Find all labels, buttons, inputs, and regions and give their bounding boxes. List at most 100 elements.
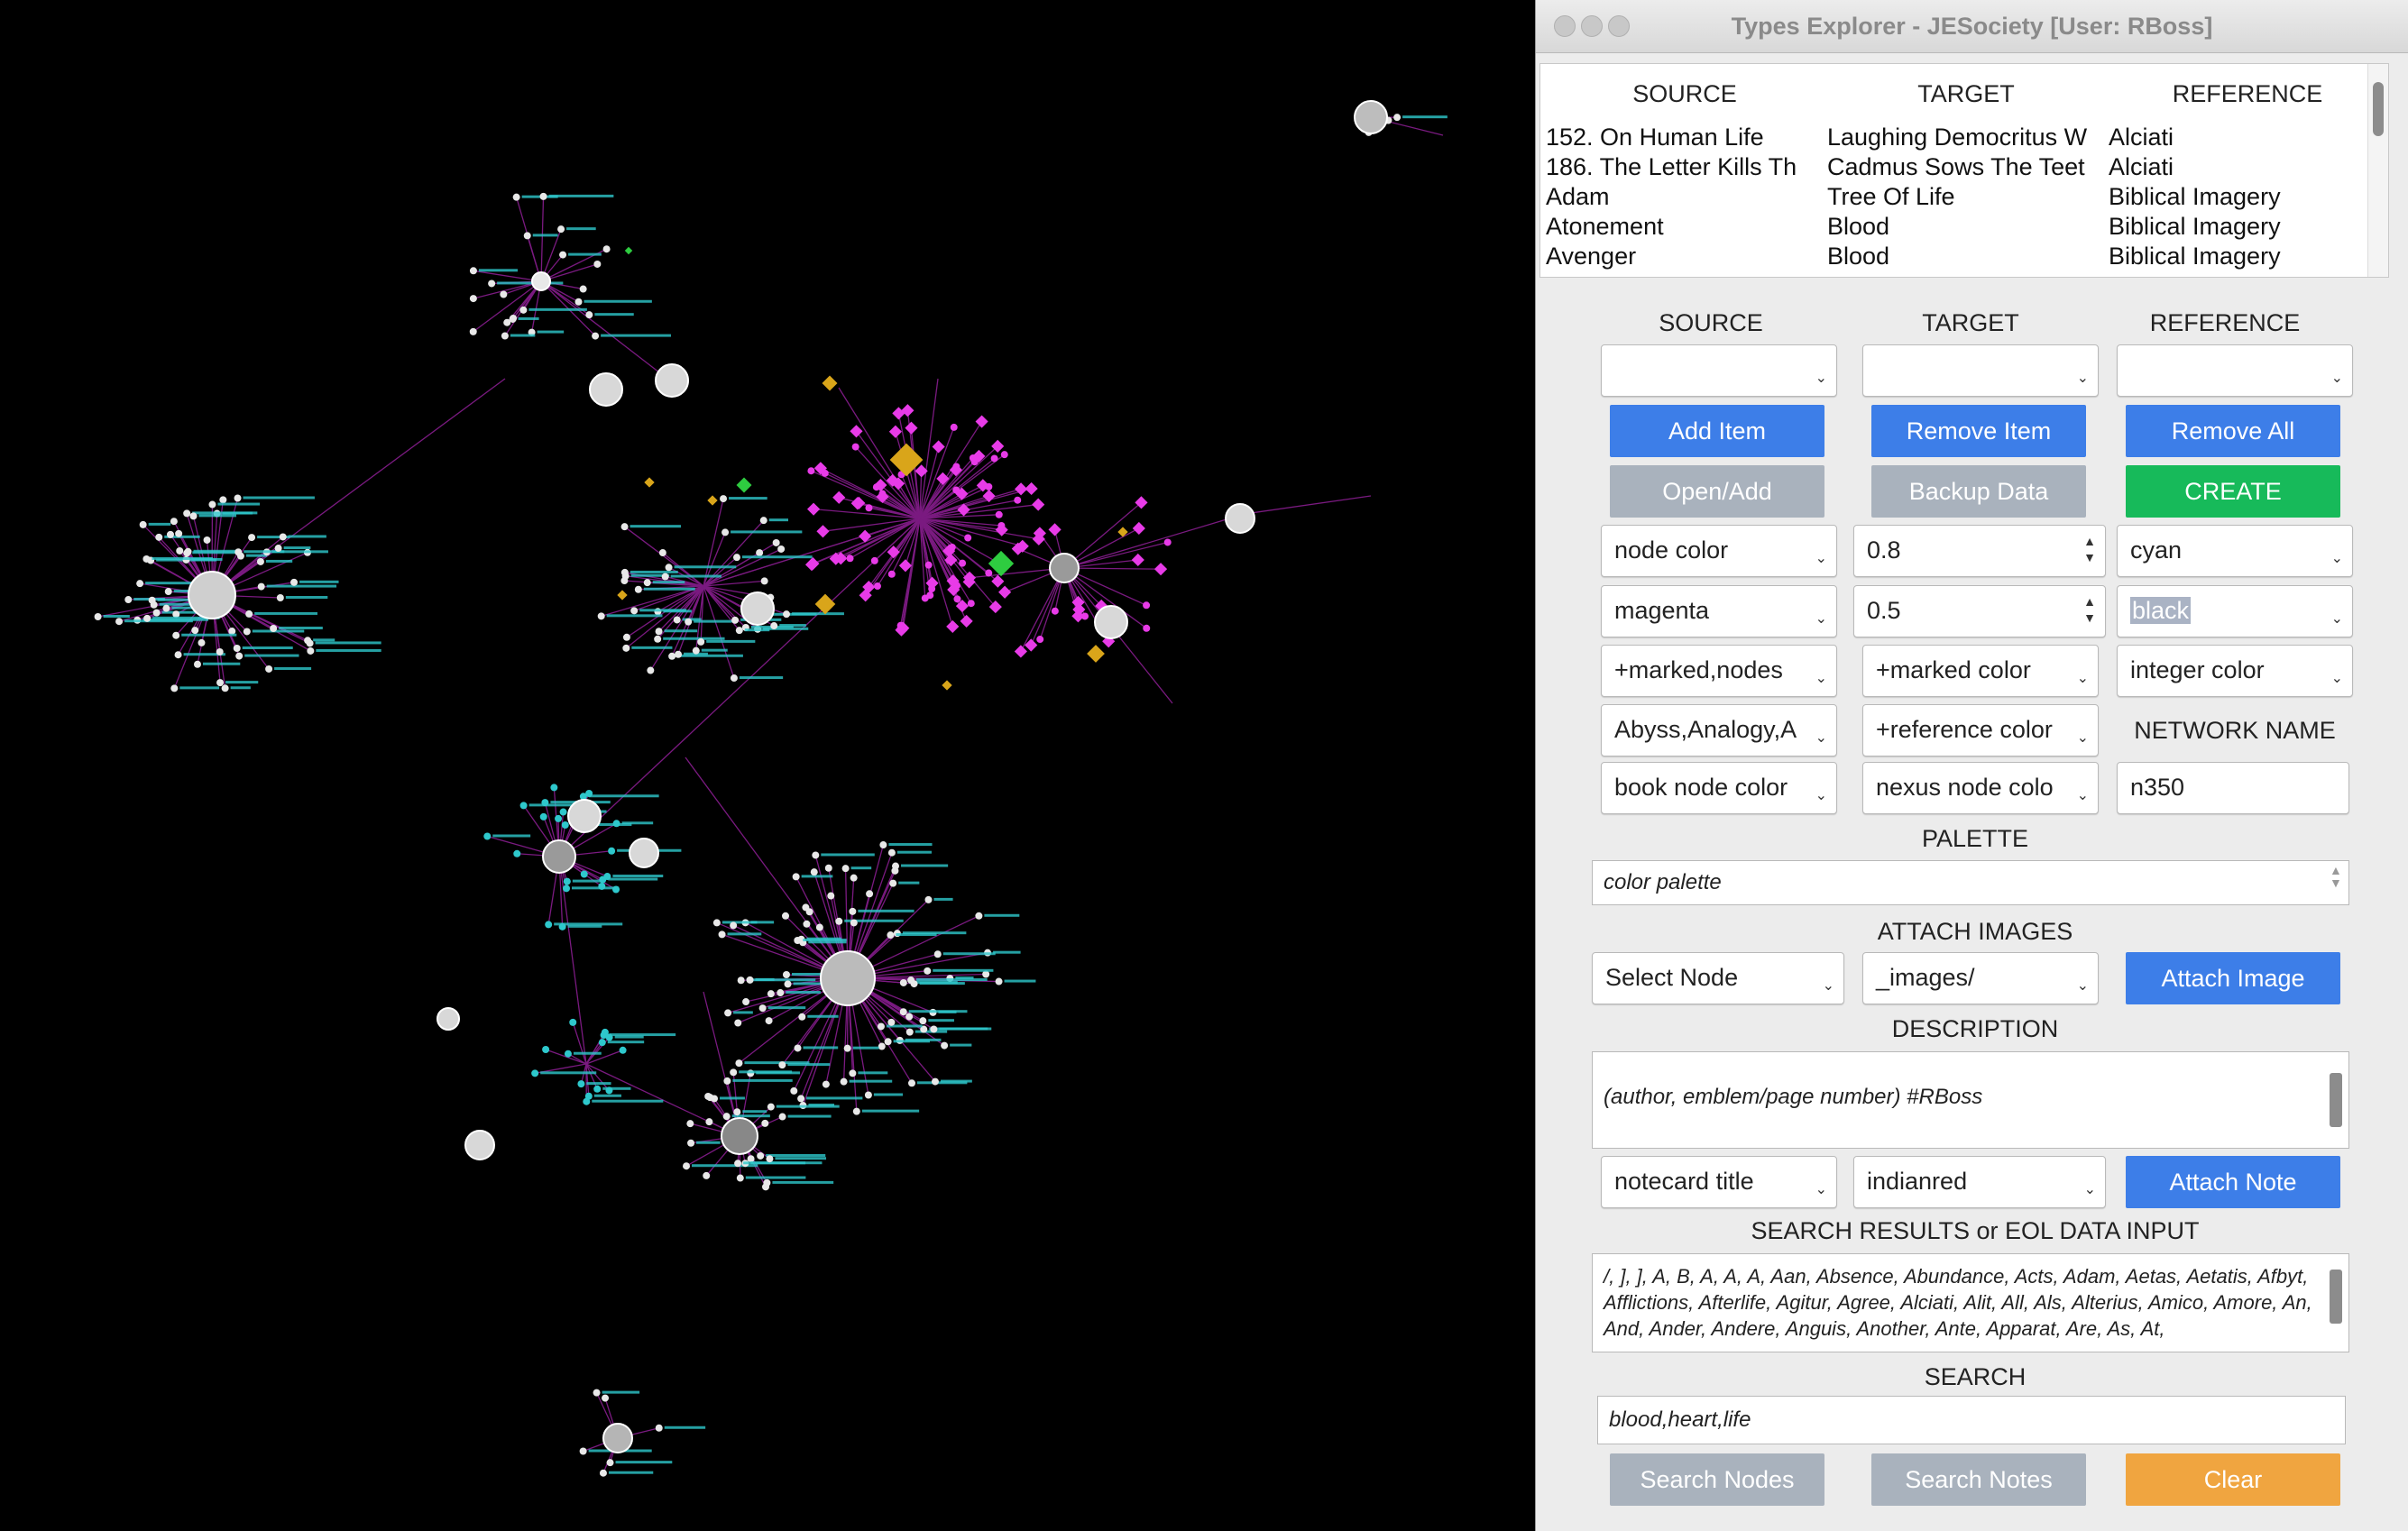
search-notes-button[interactable]: Search Notes — [1871, 1453, 2086, 1506]
graph-node[interactable] — [985, 569, 993, 577]
graph-node[interactable] — [721, 528, 730, 536]
graph-node[interactable] — [143, 614, 152, 622]
graph-node[interactable] — [685, 618, 693, 626]
graph-node[interactable] — [647, 666, 655, 674]
graph-node[interactable] — [812, 851, 820, 859]
graph-node[interactable] — [245, 610, 253, 618]
graph-node[interactable] — [905, 421, 918, 435]
graph-node[interactable] — [175, 529, 183, 537]
graph-node[interactable] — [756, 549, 764, 557]
search-results-field[interactable]: /, ], ], A, B, A, A, A, Aan, Absence, Ab… — [1592, 1253, 2349, 1352]
graph-node[interactable] — [807, 467, 815, 475]
graph-node[interactable] — [592, 332, 600, 340]
graph-node[interactable] — [569, 1018, 577, 1026]
graph-node[interactable] — [270, 624, 278, 632]
stepper-arrows-icon[interactable]: ▲ ▼ — [2083, 593, 2096, 626]
table-cell[interactable]: Tree Of Life — [1827, 183, 2098, 211]
scroll-thumb[interactable] — [2373, 82, 2384, 136]
graph-node[interactable] — [219, 496, 227, 504]
graph-node[interactable] — [602, 245, 611, 253]
graph-node[interactable] — [761, 1119, 769, 1127]
nexus-node-color-select[interactable]: nexus node colo ⌄ — [1862, 762, 2099, 814]
graph-node[interactable] — [574, 298, 583, 306]
graph-node[interactable] — [599, 1469, 607, 1477]
graph-node[interactable] — [850, 425, 863, 438]
graph-node[interactable] — [203, 536, 211, 544]
graph-node[interactable] — [152, 609, 161, 617]
graph-node[interactable] — [873, 582, 881, 591]
graph-node[interactable] — [155, 533, 163, 541]
graph-node[interactable] — [256, 557, 264, 565]
graph-node[interactable] — [815, 923, 823, 931]
graph-node[interactable] — [235, 652, 244, 660]
image-node[interactable] — [567, 799, 602, 833]
graph-node[interactable] — [176, 546, 184, 555]
graph-node[interactable] — [164, 588, 172, 596]
graph-node[interactable] — [1143, 601, 1151, 610]
graph-node[interactable] — [865, 504, 873, 512]
graph-node[interactable] — [593, 1389, 601, 1397]
image-node[interactable] — [531, 271, 551, 291]
graph-node[interactable] — [675, 650, 683, 658]
gold-node[interactable] — [822, 375, 838, 391]
color-palette-field[interactable]: color palette — [1592, 860, 2349, 905]
graph-node[interactable] — [907, 976, 915, 985]
graph-node[interactable] — [835, 917, 843, 925]
graph-node[interactable] — [991, 574, 1005, 588]
graph-node[interactable] — [827, 892, 835, 900]
graph-node[interactable] — [926, 591, 934, 600]
graph-node[interactable] — [539, 812, 547, 821]
add-item-button[interactable]: Add Item — [1610, 405, 1824, 457]
network-name-field[interactable]: n350 — [2117, 762, 2349, 814]
image-node[interactable] — [740, 591, 775, 626]
graph-node[interactable] — [1153, 563, 1168, 576]
graph-node[interactable] — [603, 873, 611, 881]
graph-node[interactable] — [805, 908, 813, 916]
graph-node[interactable] — [1081, 612, 1089, 620]
graph-node[interactable] — [539, 192, 547, 200]
graph-node[interactable] — [216, 647, 224, 655]
graph-node[interactable] — [931, 1077, 939, 1086]
graph-node[interactable] — [706, 1094, 714, 1102]
graph-node[interactable] — [1032, 498, 1045, 511]
graph-node[interactable] — [843, 1044, 851, 1052]
graph-node[interactable] — [730, 921, 738, 930]
graph-node[interactable] — [950, 423, 958, 431]
graph-node[interactable] — [884, 1038, 892, 1046]
graph-node[interactable] — [542, 1046, 550, 1054]
open-add-button[interactable]: Open/Add — [1610, 465, 1824, 518]
graph-node[interactable] — [115, 618, 124, 626]
graph-node[interactable] — [469, 327, 477, 335]
table-cell[interactable]: Cadmus Sows The Teet — [1827, 153, 2098, 181]
graph-node[interactable] — [692, 646, 700, 655]
graph-node[interactable] — [1036, 636, 1044, 644]
graph-node[interactable] — [501, 332, 509, 340]
graph-node[interactable] — [850, 919, 858, 927]
graph-node[interactable] — [634, 585, 642, 593]
image-node[interactable] — [188, 571, 236, 619]
graph-node[interactable] — [513, 849, 521, 857]
graph-node[interactable] — [757, 1151, 765, 1160]
reference-color-select[interactable]: +reference color ⌄ — [1862, 704, 2099, 756]
graph-node[interactable] — [620, 568, 629, 576]
table-cell[interactable]: Blood — [1827, 213, 2098, 241]
graph-node[interactable] — [877, 1022, 885, 1031]
graph-node[interactable] — [620, 577, 629, 585]
graph-node[interactable] — [879, 841, 887, 849]
book-node-color-select[interactable]: book node color ⌄ — [1601, 762, 1837, 814]
graph-node[interactable] — [593, 260, 602, 268]
graph-node[interactable] — [810, 868, 818, 876]
scroll-thumb[interactable] — [2330, 1073, 2342, 1127]
graph-node[interactable] — [778, 1061, 786, 1069]
table-cell[interactable]: Atonement — [1546, 213, 1815, 241]
graph-node[interactable] — [730, 1068, 738, 1077]
color-cyan-select[interactable]: cyan ⌄ — [2117, 525, 2353, 577]
graph-node[interactable] — [794, 1044, 802, 1052]
green-node[interactable] — [624, 246, 633, 255]
gold-node[interactable] — [707, 495, 718, 506]
remove-item-button[interactable]: Remove Item — [1871, 405, 2086, 457]
graph-node[interactable] — [975, 415, 988, 428]
graph-node[interactable] — [767, 990, 775, 998]
graph-node[interactable] — [162, 604, 170, 612]
graph-node[interactable] — [849, 907, 857, 915]
